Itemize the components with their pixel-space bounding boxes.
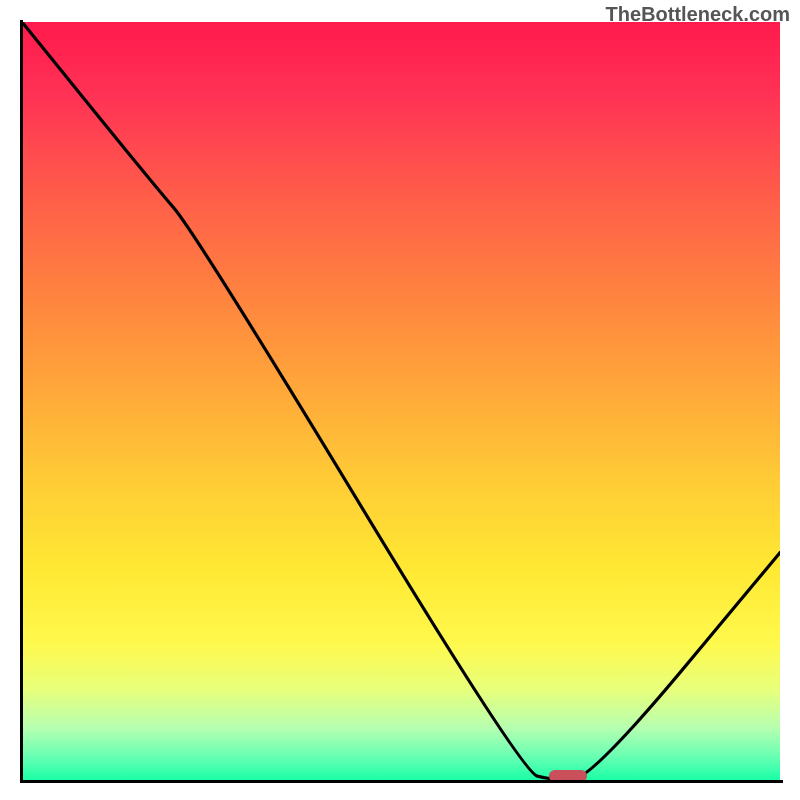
watermark-text: TheBottleneck.com xyxy=(606,4,790,27)
plot-area xyxy=(22,22,780,780)
optimal-marker xyxy=(549,770,587,782)
chart-container: TheBottleneck.com xyxy=(0,0,800,800)
